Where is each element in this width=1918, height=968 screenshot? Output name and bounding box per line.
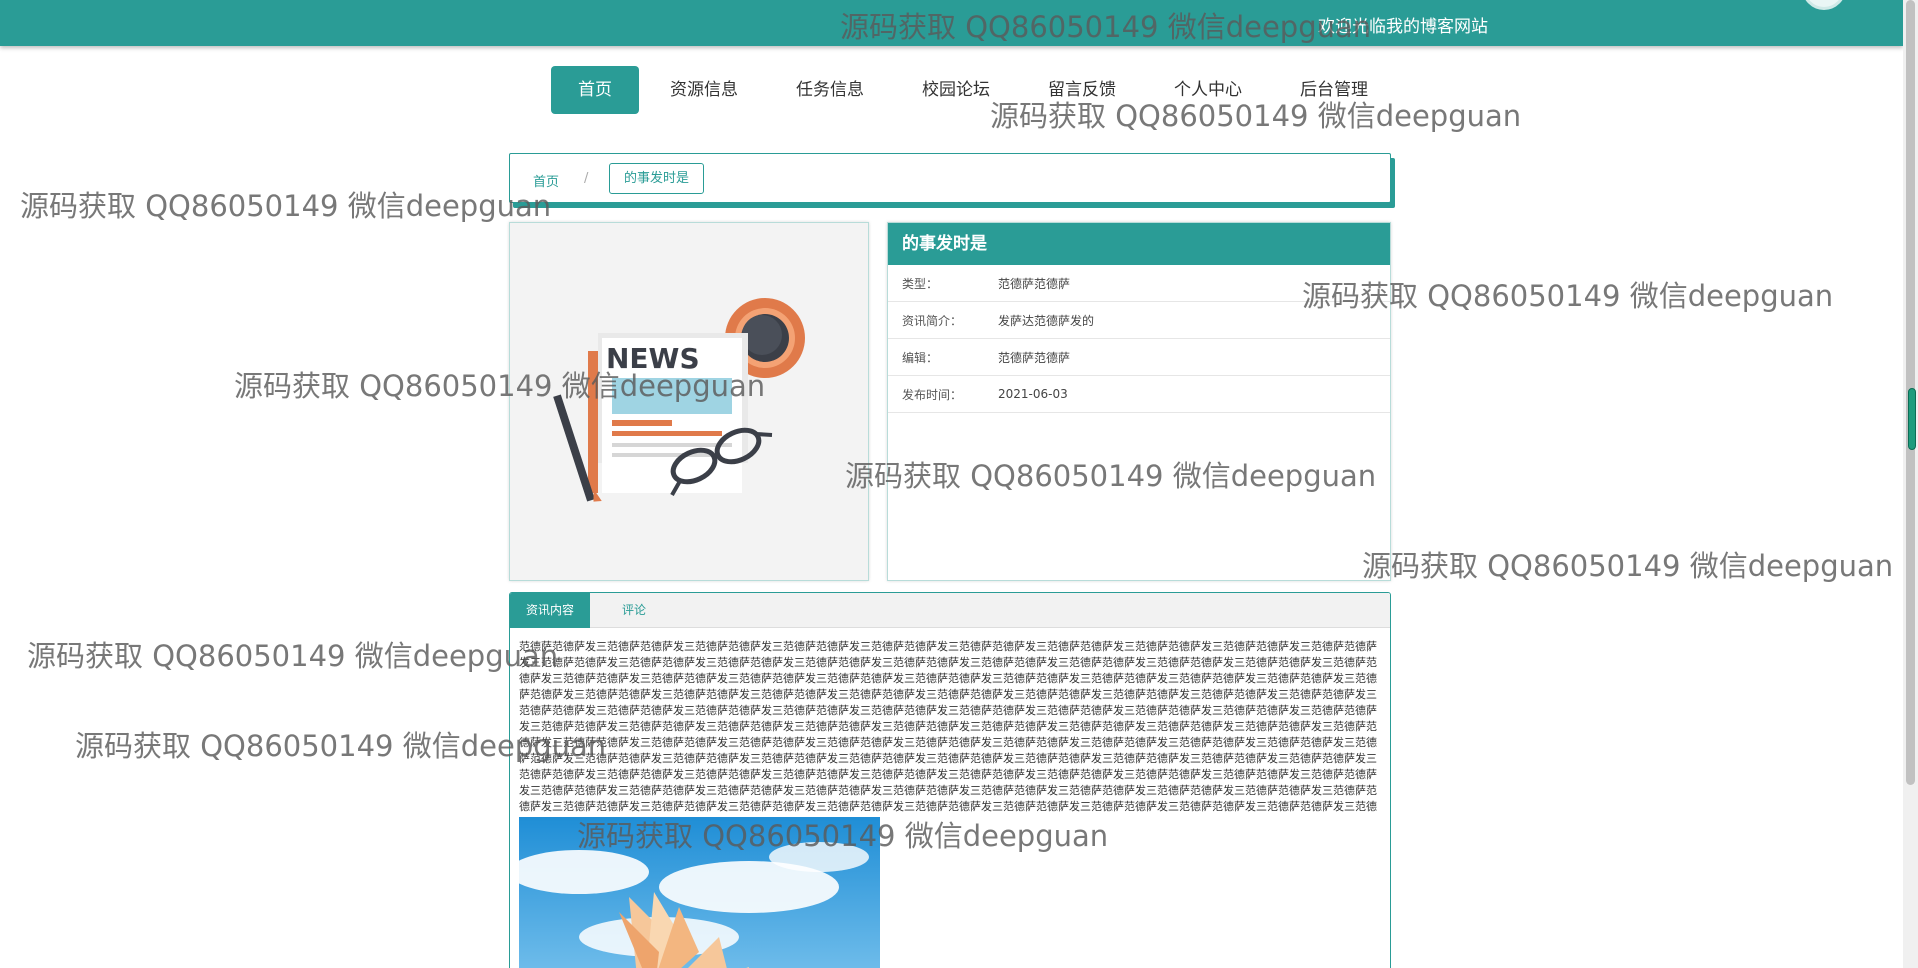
tab-article-content[interactable]: 资讯内容 [510,593,591,628]
watermark: 源码获取 QQ86050149 微信deepguan [20,189,552,223]
nav-item-tasks[interactable]: 任务信息 [769,66,891,114]
page: 欢迎光临我的博客网站 首页 资源信息 任务信息 校园论坛 留言反馈 个人中心 后… [0,0,1918,968]
nav-item-home[interactable]: 首页 [551,66,639,114]
user-avatar[interactable] [1802,0,1846,10]
breadcrumb-separator: / [584,171,589,186]
nav-item-forum[interactable]: 校园论坛 [895,66,1017,114]
detail-info-panel: 的事发时是 类型： 范德萨范德萨 资讯简介： 发萨达范德萨发的 编辑： 范德萨范… [887,222,1391,581]
welcome-text: 欢迎光临我的博客网站 [1318,17,1488,37]
detail-label: 类型： [902,276,939,291]
top-bar: 欢迎光临我的博客网站 [0,0,1903,46]
nav-item-admin[interactable]: 后台管理 [1273,66,1395,114]
detail-label: 资讯简介： [902,313,963,328]
detail-row-type: 类型： 范德萨范德萨 [888,265,1390,302]
nav-item-resources[interactable]: 资源信息 [643,66,765,114]
breadcrumb: 首页 / 的事发时是 [509,153,1391,203]
detail-value: 发萨达范德萨发的 [998,313,1095,328]
tab-bar: 资讯内容 评论 [510,593,1390,628]
main-nav: 首页 资源信息 任务信息 校园论坛 留言反馈 个人中心 后台管理 [551,66,1399,114]
news-illustration-icon: NEWS [553,298,805,502]
detail-row-editor: 编辑： 范德萨范德萨 [888,339,1390,376]
detail-label: 编辑： [902,350,939,365]
nav-item-profile[interactable]: 个人中心 [1147,66,1269,114]
detail-value: 范德萨范德萨 [998,350,1071,365]
cover-image-panel: NEWS [509,222,869,581]
content-tabs-panel: 资讯内容 评论 范德萨范德萨发三范德萨范德萨发三范德萨范德萨发三范德萨范德萨发三… [509,592,1391,968]
tab-comments[interactable]: 评论 [606,593,662,628]
floating-side-marker[interactable] [1908,388,1916,450]
detail-value: 2021-06-03 [998,387,1068,401]
nav-item-feedback[interactable]: 留言反馈 [1021,66,1143,114]
breadcrumb-home-link[interactable]: 首页 [533,171,559,190]
detail-row-summary: 资讯简介： 发萨达范德萨发的 [888,302,1390,339]
detail-value: 范德萨范德萨 [998,276,1071,291]
detail-row-publish-time: 发布时间： 2021-06-03 [888,376,1390,413]
article-content-image [519,817,880,968]
detail-label: 发布时间： [902,387,963,402]
detail-title: 的事发时是 [888,223,1390,265]
watermark: 源码获取 QQ86050149 微信deepguan [27,639,559,673]
book-sky-photo-icon [519,817,880,968]
watermark: 源码获取 QQ86050149 微信deepguan [1362,549,1894,583]
article-content-text: 范德萨范德萨发三范德萨范德萨发三范德萨范德萨发三范德萨范德萨发三范德萨范德萨发三… [519,640,1377,813]
news-word: NEWS [606,342,700,375]
breadcrumb-current: 的事发时是 [609,163,705,194]
